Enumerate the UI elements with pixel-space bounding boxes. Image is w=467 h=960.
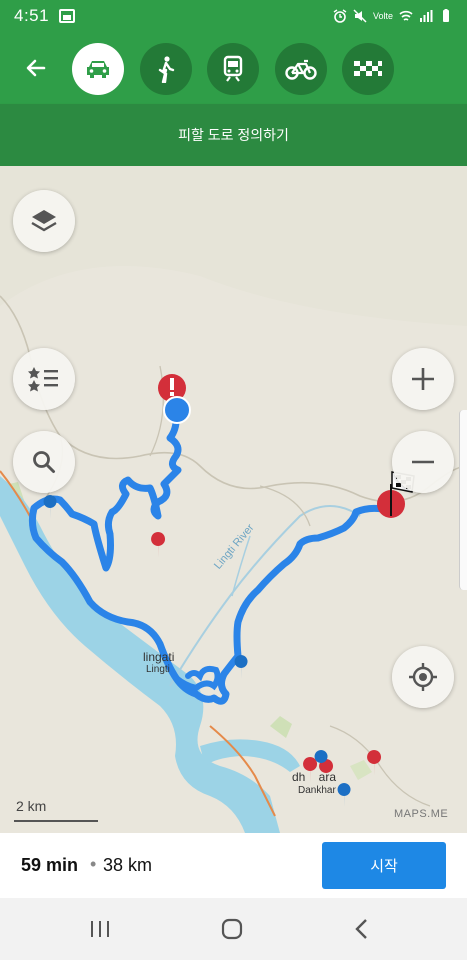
zoom-out-button[interactable] (392, 431, 454, 493)
map-label-town2: Dankhar (298, 785, 336, 796)
route-distance: 38 km (103, 855, 153, 875)
status-time: 4:51 (14, 6, 50, 25)
map-view[interactable]: Lingti River lingati Lingti dh ara Dankh… (0, 166, 467, 833)
maps-me-watermark: MAPS.ME (394, 808, 449, 820)
side-panel-handle[interactable] (459, 410, 467, 590)
status-icons: Volte (333, 9, 453, 23)
mode-taxi-button[interactable] (342, 43, 394, 95)
wifi-icon (399, 10, 413, 21)
map-label-town: Lingti (146, 664, 170, 675)
route-duration: 59 min (21, 855, 79, 875)
taxi-icon (354, 61, 382, 76)
battery-icon (443, 9, 449, 22)
mode-transit-button[interactable] (207, 43, 259, 95)
network-type-label: Volte (372, 11, 393, 21)
home-button[interactable] (212, 914, 252, 944)
search-icon (33, 451, 55, 473)
map-label-town2-local: dh ara (292, 770, 337, 784)
plus-icon (412, 368, 434, 390)
back-button[interactable] (16, 50, 56, 86)
route-summary-bar: 59 min • 38 km 시작 (0, 833, 467, 898)
minus-icon (412, 460, 434, 464)
locate-icon (409, 663, 437, 691)
bicycle-icon (285, 59, 317, 80)
map-scale-bar (14, 820, 98, 822)
status-bar: 4:51 Volte (0, 0, 467, 32)
map-layers-button[interactable] (13, 190, 75, 252)
recent-apps-icon (91, 921, 109, 937)
chevron-left-icon (355, 919, 367, 939)
map-canvas[interactable] (0, 166, 467, 833)
mode-bicycle-button[interactable] (275, 43, 327, 95)
mode-car-button[interactable] (72, 43, 124, 95)
transport-mode-bar (0, 32, 467, 104)
define-avoid-roads-button[interactable]: 피할 도로 정의하기 (0, 104, 467, 166)
my-location-button[interactable] (392, 646, 454, 708)
train-icon (223, 55, 243, 82)
system-back-button[interactable] (342, 914, 382, 944)
map-label-town-local: lingati (143, 650, 175, 664)
zoom-in-button[interactable] (392, 348, 454, 410)
start-navigation-button[interactable]: 시작 (322, 842, 446, 889)
summary-separator: • (90, 854, 97, 874)
system-navigation-bar (0, 898, 467, 960)
back-arrow-icon (26, 59, 46, 77)
mode-walk-button[interactable] (140, 43, 192, 95)
signal-icon (420, 10, 433, 22)
mute-icon (353, 9, 367, 23)
bookmarks-button[interactable] (13, 348, 75, 410)
recent-apps-button[interactable] (80, 914, 120, 944)
home-icon (221, 918, 243, 940)
gallery-notification-icon (59, 9, 76, 23)
layers-icon (31, 210, 57, 232)
star-list-icon (28, 367, 58, 392)
map-search-button[interactable] (13, 431, 75, 493)
alarm-icon (333, 9, 347, 23)
map-scale-label: 2 km (16, 798, 47, 814)
car-icon (87, 61, 109, 78)
walk-icon (158, 56, 175, 83)
